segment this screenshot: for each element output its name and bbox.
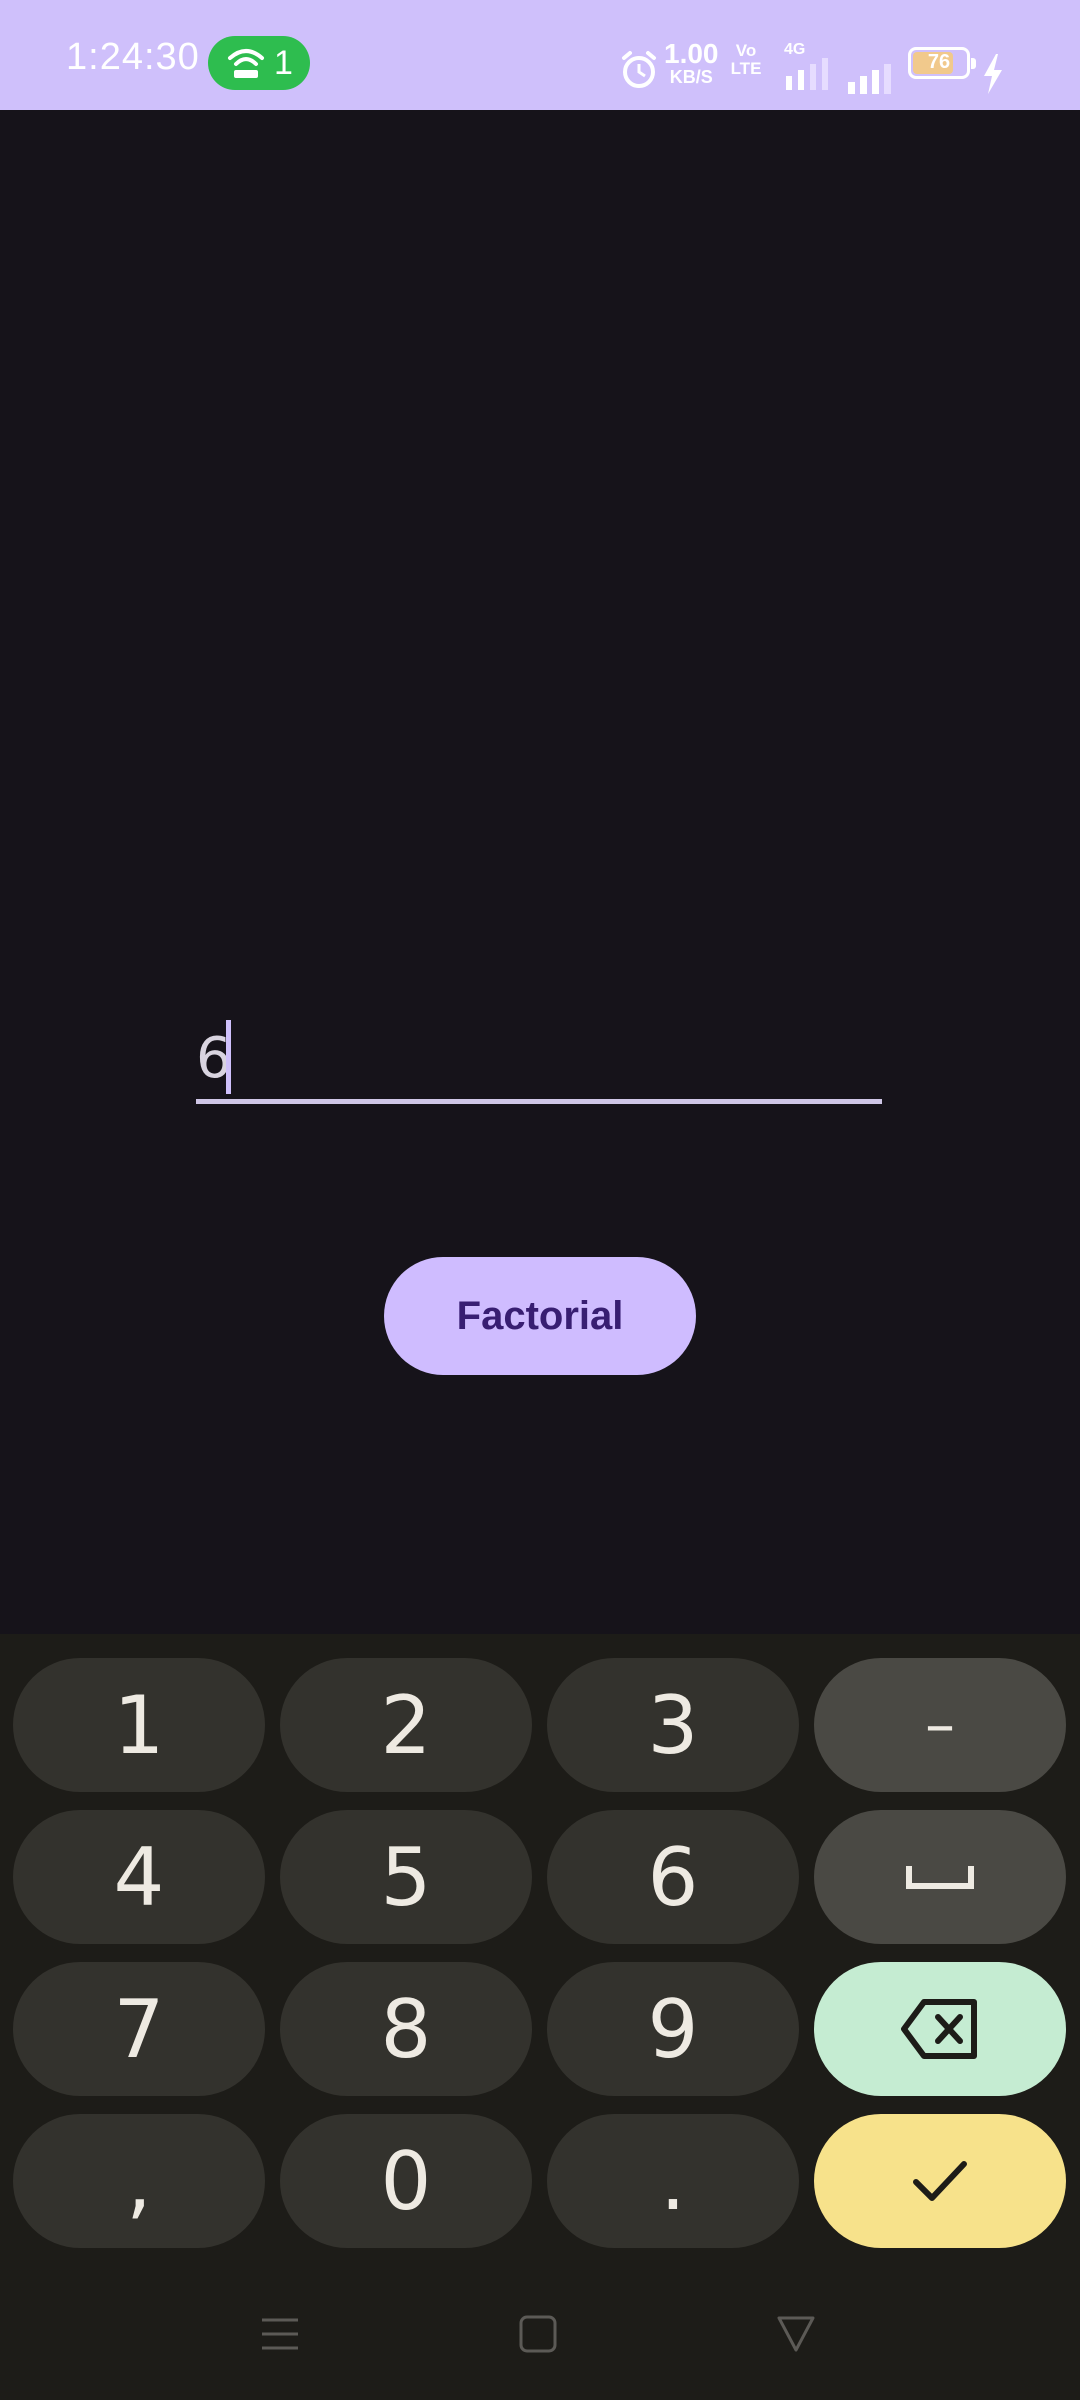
hotspot-pill[interactable]: 1 <box>208 36 310 90</box>
status-time: 1:24:30 <box>66 36 200 78</box>
network-type-label: 4G <box>784 41 806 58</box>
key-minus[interactable]: – <box>814 1658 1066 1792</box>
signal-icon: 4G <box>784 42 838 102</box>
network-speed-unit: KB/S <box>669 67 713 87</box>
hotspot-count: 1 <box>274 44 293 82</box>
backspace-icon <box>901 1999 977 2059</box>
volte-indicator: Vo LTE <box>730 41 762 78</box>
status-bar: 1:24:30 1 1.00 KB/S Vo LTE 4G 76 <box>0 0 1080 110</box>
key-space[interactable] <box>814 1810 1066 1944</box>
battery-icon: 76 <box>908 47 976 79</box>
home-icon[interactable] <box>518 2314 558 2354</box>
menu-icon[interactable] <box>260 2314 300 2354</box>
key-comma[interactable]: , <box>13 2114 265 2248</box>
navigation-bar <box>0 2276 1080 2400</box>
network-speed-value: 1.00 <box>664 38 719 69</box>
key-5[interactable]: 5 <box>280 1810 532 1944</box>
checkmark-icon <box>913 2161 967 2201</box>
numeric-keyboard: 1 2 3 – 4 5 6 7 8 9 , 0 . <box>0 1634 1080 2400</box>
key-2[interactable]: 2 <box>280 1658 532 1792</box>
key-3[interactable]: 3 <box>547 1658 799 1792</box>
input-underline <box>196 1099 882 1104</box>
alarm-icon <box>622 51 656 88</box>
network-speed: 1.00 KB/S <box>664 40 719 100</box>
key-1[interactable]: 1 <box>13 1658 265 1792</box>
back-icon[interactable] <box>776 2314 816 2354</box>
key-done[interactable] <box>814 2114 1066 2248</box>
key-9[interactable]: 9 <box>547 1962 799 2096</box>
key-7[interactable]: 7 <box>13 1962 265 2096</box>
key-8[interactable]: 8 <box>280 1962 532 2096</box>
factorial-button[interactable]: Factorial <box>384 1257 696 1375</box>
text-caret <box>226 1020 231 1094</box>
charging-icon <box>984 54 1002 94</box>
key-dot[interactable]: . <box>547 2114 799 2248</box>
number-input-field[interactable]: 6 <box>196 1010 882 1104</box>
key-backspace[interactable] <box>814 1962 1066 2096</box>
key-4[interactable]: 4 <box>13 1810 265 1944</box>
key-6[interactable]: 6 <box>547 1810 799 1944</box>
space-icon <box>906 1866 974 1889</box>
key-0[interactable]: 0 <box>280 2114 532 2248</box>
signal-strength-icon <box>848 64 891 94</box>
battery-level: 76 <box>927 51 951 73</box>
hotspot-icon <box>228 49 264 78</box>
